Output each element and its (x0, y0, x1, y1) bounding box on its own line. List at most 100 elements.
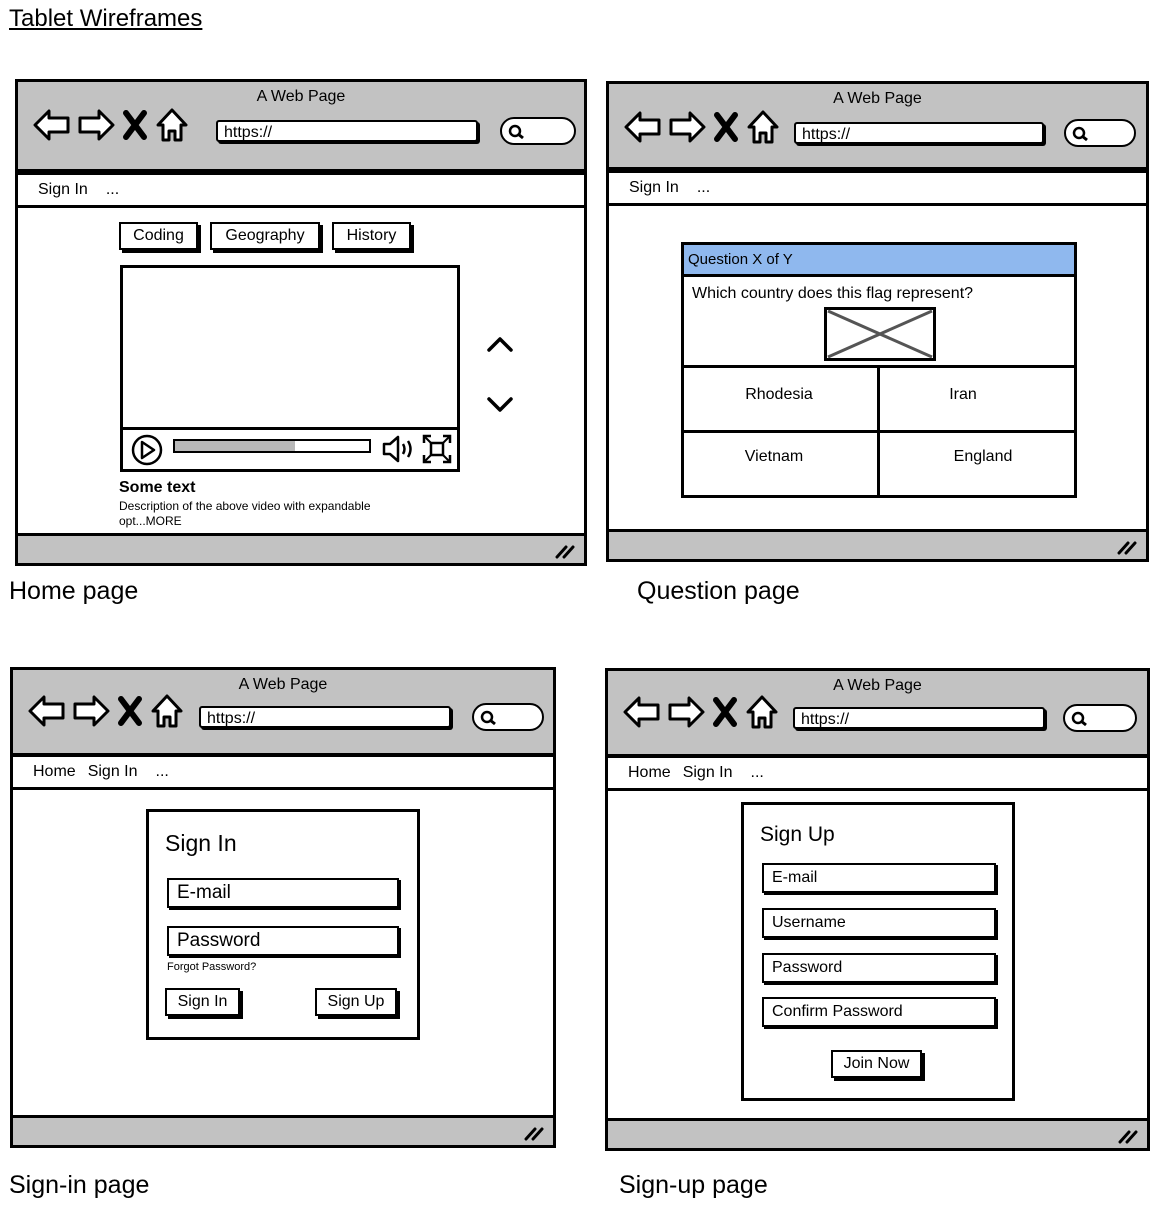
forgot-password-link[interactable]: Forgot Password? (167, 961, 256, 973)
search-pill[interactable] (500, 117, 576, 145)
menu-bar: Home Sign In ... (10, 754, 556, 790)
status-bar (609, 529, 1146, 559)
browser-titlebar: A Web Page https:// (608, 671, 1147, 757)
signup-browser-window: A Web Page https:// Home Sign In ... Sig… (605, 668, 1150, 1151)
back-arrow-icon[interactable] (27, 693, 67, 729)
back-arrow-icon[interactable] (32, 107, 72, 143)
chevron-up-icon[interactable] (485, 334, 515, 354)
browser-titlebar: A Web Page https:// (18, 82, 584, 172)
answer-option-1[interactable]: Rhodesia (681, 386, 877, 404)
caption-home: Home page (9, 577, 139, 605)
url-bar[interactable]: https:// (793, 707, 1045, 729)
flag-image-placeholder-icon (824, 307, 936, 361)
password-field[interactable]: Password (167, 926, 399, 956)
forward-arrow-icon[interactable] (667, 109, 707, 145)
nav-icons (32, 106, 190, 144)
search-icon (480, 710, 496, 726)
confirm-password-field[interactable]: Confirm Password (762, 997, 996, 1027)
status-bar (18, 533, 584, 563)
caption-signin: Sign-in page (9, 1171, 150, 1199)
page-title: Tablet Wireframes (9, 5, 203, 32)
password-field[interactable]: Password (762, 953, 996, 983)
search-pill[interactable] (1064, 119, 1136, 147)
home-icon[interactable] (154, 106, 190, 144)
chevron-down-icon[interactable] (485, 395, 515, 415)
home-icon[interactable] (744, 693, 780, 731)
search-pill[interactable] (1063, 704, 1137, 732)
menu-more[interactable]: ... (150, 757, 169, 787)
url-bar[interactable]: https:// (199, 706, 451, 728)
menu-more[interactable]: ... (745, 758, 764, 788)
signin-browser-window: A Web Page https:// Home Sign In ... Sig… (10, 667, 556, 1148)
forward-arrow-icon[interactable] (71, 693, 111, 729)
tab-history[interactable]: History (332, 222, 411, 250)
back-arrow-icon[interactable] (623, 109, 663, 145)
resize-grip-icon[interactable] (523, 1125, 545, 1141)
search-icon (508, 124, 524, 140)
signup-button[interactable]: Sign Up (315, 988, 397, 1016)
menu-home[interactable]: Home (33, 757, 76, 787)
stop-x-icon[interactable] (120, 107, 150, 143)
question-prompt: Which country does this flag represent? (692, 285, 974, 302)
signin-heading: Sign In (165, 830, 237, 856)
question-browser-window: A Web Page https:// Sign In ... Question… (606, 81, 1149, 562)
search-icon (1071, 711, 1087, 727)
stop-x-icon[interactable] (115, 693, 145, 729)
url-bar[interactable]: https:// (794, 122, 1044, 144)
menu-sign-in[interactable]: Sign In (88, 757, 138, 787)
caption-signup: Sign-up page (619, 1171, 768, 1199)
url-bar[interactable]: https:// (216, 120, 478, 142)
question-header: Question X of Y (684, 245, 1074, 277)
menu-more[interactable]: ... (100, 175, 119, 205)
email-field[interactable]: E-mail (762, 863, 996, 893)
menu-sign-in[interactable]: Sign In (683, 758, 733, 788)
resize-grip-icon[interactable] (554, 543, 576, 559)
caption-question: Question page (637, 577, 800, 605)
username-field[interactable]: Username (762, 908, 996, 938)
home-browser-window: A Web Page https:// Sign In ... Coding G… (15, 79, 587, 566)
fullscreen-icon[interactable] (421, 433, 453, 465)
video-description[interactable]: Description of the above video with expa… (119, 499, 409, 529)
answer-divider-horizontal (681, 430, 1077, 433)
menu-sign-in[interactable]: Sign In (629, 173, 679, 203)
menu-home[interactable]: Home (628, 758, 671, 788)
nav-icons (27, 692, 185, 730)
video-controls (123, 427, 457, 469)
menu-more[interactable]: ... (691, 173, 710, 203)
video-progress-bar[interactable] (173, 439, 371, 453)
forward-arrow-icon[interactable] (666, 694, 706, 730)
answer-option-3[interactable]: Vietnam (681, 448, 867, 466)
stop-x-icon[interactable] (710, 694, 740, 730)
resize-grip-icon[interactable] (1116, 539, 1138, 555)
answer-grid: Rhodesia Iran Vietnam England (681, 365, 1077, 498)
resize-grip-icon[interactable] (1117, 1128, 1139, 1144)
progress-fill (175, 441, 296, 451)
tab-geography[interactable]: Geography (210, 222, 320, 250)
play-icon[interactable] (129, 434, 165, 466)
menu-sign-in[interactable]: Sign In (38, 175, 88, 205)
answer-option-4[interactable]: England (880, 448, 1086, 466)
window-title: A Web Page (833, 90, 922, 107)
browser-titlebar: A Web Page https:// (609, 84, 1146, 170)
status-bar (13, 1115, 553, 1145)
signup-form: Sign Up E-mail Username Password Confirm… (741, 802, 1015, 1101)
back-arrow-icon[interactable] (622, 694, 662, 730)
volume-icon[interactable] (381, 434, 415, 464)
tab-coding[interactable]: Coding (119, 222, 198, 250)
topic-tabs: Coding Geography History (119, 222, 419, 256)
home-icon[interactable] (149, 692, 185, 730)
menu-bar: Home Sign In ... (605, 755, 1150, 791)
stop-x-icon[interactable] (711, 109, 741, 145)
video-title: Some text (119, 479, 196, 496)
question-card: Question X of Y Which country does this … (681, 242, 1077, 498)
home-icon[interactable] (745, 108, 781, 146)
video-player[interactable] (120, 265, 460, 472)
menu-bar: Sign In ... (606, 170, 1149, 206)
answer-option-2[interactable]: Iran (880, 386, 1046, 404)
signin-button[interactable]: Sign In (165, 988, 240, 1016)
forward-arrow-icon[interactable] (76, 107, 116, 143)
signup-heading: Sign Up (760, 823, 835, 846)
email-field[interactable]: E-mail (167, 878, 399, 908)
search-pill[interactable] (472, 703, 544, 731)
join-now-button[interactable]: Join Now (831, 1050, 922, 1078)
